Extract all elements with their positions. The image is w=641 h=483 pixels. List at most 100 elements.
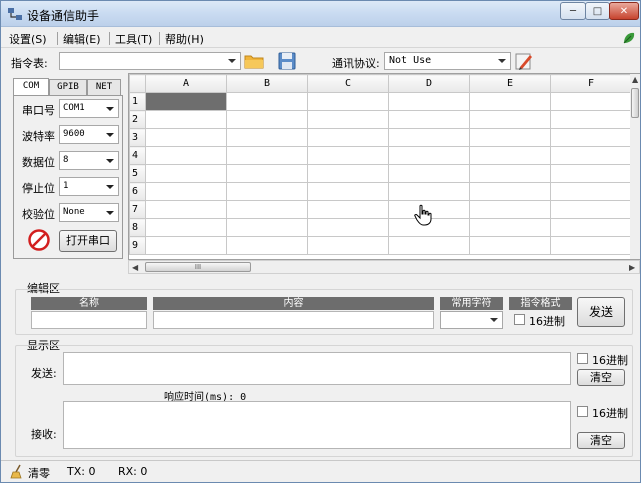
content-input[interactable] bbox=[153, 311, 434, 329]
grid-cell[interactable] bbox=[226, 128, 308, 147]
grid-cell[interactable] bbox=[388, 92, 470, 111]
vertical-scroll-thumb[interactable] bbox=[631, 88, 639, 118]
row-header[interactable]: 6 bbox=[129, 182, 146, 201]
row-header[interactable]: 1 bbox=[129, 92, 146, 111]
scroll-left-arrow-icon[interactable]: ◀ bbox=[132, 263, 138, 272]
grid-cell[interactable] bbox=[307, 200, 389, 219]
grid-cell[interactable] bbox=[145, 182, 227, 201]
grid-cell[interactable] bbox=[469, 200, 551, 219]
grid-cell[interactable] bbox=[145, 218, 227, 237]
grid-cell[interactable] bbox=[388, 236, 470, 255]
menu-tools[interactable]: 工具(T) bbox=[115, 31, 152, 47]
menu-settings[interactable]: 设置(S) bbox=[9, 31, 47, 47]
grid-cell[interactable] bbox=[469, 218, 551, 237]
send-button[interactable]: 发送 bbox=[577, 297, 625, 327]
folder-icon[interactable] bbox=[244, 51, 264, 71]
command-table-select[interactable] bbox=[59, 52, 241, 70]
clear-send-button[interactable]: 清空 bbox=[577, 369, 625, 386]
grid-cell[interactable] bbox=[307, 92, 389, 111]
grid-cell[interactable] bbox=[226, 164, 308, 183]
grid-cell[interactable] bbox=[307, 128, 389, 147]
parity-select[interactable]: None bbox=[59, 203, 119, 222]
grid-cell[interactable] bbox=[145, 128, 227, 147]
maximize-button[interactable]: □ bbox=[585, 2, 610, 20]
edit-hex-checkbox[interactable] bbox=[514, 314, 525, 325]
edit-protocol-icon[interactable] bbox=[514, 51, 534, 71]
grid-cell[interactable] bbox=[469, 182, 551, 201]
row-header[interactable]: 5 bbox=[129, 164, 146, 183]
name-input[interactable] bbox=[31, 311, 147, 329]
grid-cell[interactable] bbox=[226, 182, 308, 201]
grid-cell[interactable] bbox=[388, 146, 470, 165]
menu-edit[interactable]: 编辑(E) bbox=[63, 31, 101, 47]
row-header[interactable]: 3 bbox=[129, 128, 146, 147]
menu-help[interactable]: 帮助(H) bbox=[165, 31, 204, 47]
grid-cell[interactable] bbox=[550, 110, 632, 129]
column-header[interactable]: B bbox=[226, 74, 308, 93]
column-header[interactable]: F bbox=[550, 74, 632, 93]
row-header[interactable]: 4 bbox=[129, 146, 146, 165]
column-header[interactable]: A bbox=[145, 74, 227, 93]
column-header[interactable]: E bbox=[469, 74, 551, 93]
grid-cell[interactable] bbox=[226, 92, 308, 111]
column-header[interactable]: C bbox=[307, 74, 389, 93]
row-header[interactable]: 8 bbox=[129, 218, 146, 237]
broom-icon[interactable] bbox=[10, 464, 25, 479]
clear-counter-label[interactable]: 清零 bbox=[28, 465, 50, 481]
grid-cell[interactable] bbox=[388, 128, 470, 147]
send-hex-checkbox[interactable] bbox=[577, 353, 588, 364]
send-data-textarea[interactable] bbox=[63, 352, 571, 385]
grid-cell[interactable] bbox=[550, 200, 632, 219]
port-select[interactable]: COM1 bbox=[59, 99, 119, 118]
command-grid[interactable]: A B C D E F 1 2 3 4 5 6 7 8 9 bbox=[128, 73, 640, 260]
grid-cell[interactable] bbox=[550, 236, 632, 255]
data-bits-select[interactable]: 8 bbox=[59, 151, 119, 170]
grid-cell[interactable] bbox=[307, 236, 389, 255]
grid-cell[interactable] bbox=[469, 164, 551, 183]
grid-cell[interactable] bbox=[469, 146, 551, 165]
grid-cell[interactable] bbox=[550, 128, 632, 147]
save-icon[interactable] bbox=[277, 51, 297, 71]
title-bar[interactable]: 设备通信助手 ─ □ ✕ bbox=[1, 1, 640, 27]
grid-cell[interactable] bbox=[550, 146, 632, 165]
receive-data-textarea[interactable] bbox=[63, 401, 571, 449]
grid-cell[interactable] bbox=[145, 146, 227, 165]
stop-bits-select[interactable]: 1 bbox=[59, 177, 119, 196]
close-button[interactable]: ✕ bbox=[609, 2, 639, 20]
grid-cell[interactable] bbox=[469, 128, 551, 147]
protocol-select[interactable]: Not Use bbox=[384, 52, 511, 70]
row-header[interactable]: 7 bbox=[129, 200, 146, 219]
grid-horizontal-scrollbar[interactable]: ◀ III ▶ bbox=[128, 260, 640, 274]
grid-cell[interactable] bbox=[226, 218, 308, 237]
minimize-button[interactable]: ─ bbox=[560, 2, 586, 20]
row-header[interactable]: 9 bbox=[129, 236, 146, 255]
receive-hex-checkbox[interactable] bbox=[577, 406, 588, 417]
baud-rate-select[interactable]: 9600 bbox=[59, 125, 119, 144]
grid-vertical-scrollbar[interactable]: ▲ bbox=[630, 74, 640, 259]
tab-gpib[interactable]: GPIB bbox=[49, 79, 87, 96]
tab-com[interactable]: COM bbox=[13, 78, 49, 96]
grid-cell[interactable] bbox=[388, 164, 470, 183]
grid-cell[interactable] bbox=[550, 218, 632, 237]
grid-cell[interactable] bbox=[145, 236, 227, 255]
grid-cell[interactable] bbox=[550, 182, 632, 201]
scroll-up-arrow-icon[interactable]: ▲ bbox=[632, 75, 638, 84]
grid-cell[interactable] bbox=[226, 236, 308, 255]
leaf-icon[interactable] bbox=[622, 31, 636, 45]
grid-cell[interactable] bbox=[145, 164, 227, 183]
scroll-right-arrow-icon[interactable]: ▶ bbox=[629, 263, 635, 272]
horizontal-scroll-thumb[interactable]: III bbox=[145, 262, 251, 272]
common-chars-select[interactable] bbox=[440, 311, 503, 329]
grid-cell[interactable] bbox=[307, 164, 389, 183]
clear-receive-button[interactable]: 清空 bbox=[577, 432, 625, 449]
grid-cell[interactable] bbox=[469, 236, 551, 255]
grid-cell[interactable] bbox=[226, 110, 308, 129]
row-header[interactable]: 2 bbox=[129, 110, 146, 129]
grid-cell[interactable] bbox=[469, 92, 551, 111]
grid-cell[interactable] bbox=[307, 218, 389, 237]
grid-cell[interactable] bbox=[145, 110, 227, 129]
grid-cell[interactable] bbox=[550, 92, 632, 111]
grid-cell[interactable] bbox=[307, 110, 389, 129]
tab-net[interactable]: NET bbox=[87, 79, 121, 96]
open-port-button[interactable]: 打开串口 bbox=[59, 230, 117, 252]
